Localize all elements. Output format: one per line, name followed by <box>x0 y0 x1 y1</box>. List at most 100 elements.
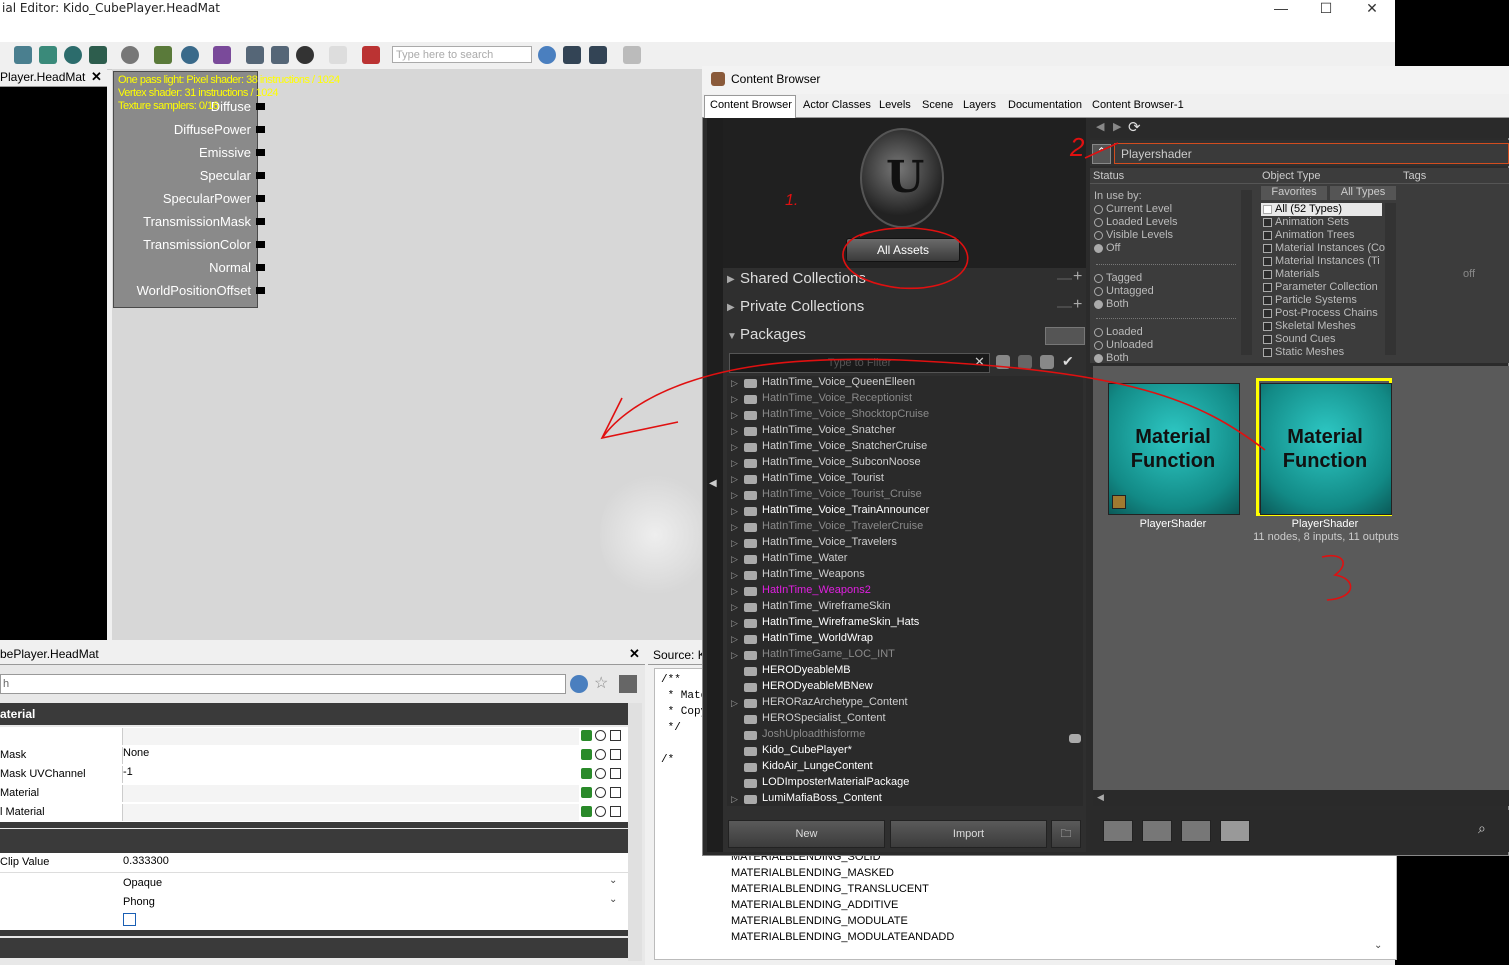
wrench-icon[interactable] <box>996 355 1010 369</box>
binoculars-icon[interactable] <box>563 46 581 64</box>
type-tab-all-types[interactable]: All Types <box>1330 186 1396 200</box>
properties-search-input[interactable]: h <box>0 674 566 694</box>
private-collections-header[interactable]: Private Collections <box>740 298 864 315</box>
expand-arrow-icon[interactable]: ▷ <box>731 458 738 469</box>
expand-arrow-icon[interactable]: ▷ <box>731 442 738 453</box>
radio-button[interactable] <box>1094 354 1103 363</box>
type-checkbox[interactable] <box>1263 205 1272 214</box>
view-small-grid-icon[interactable] <box>1142 820 1172 842</box>
property-value-field[interactable] <box>122 747 579 764</box>
close-icon[interactable]: ✕ <box>629 646 640 662</box>
expand-arrow-icon[interactable]: ▷ <box>731 474 738 485</box>
package-item[interactable]: HEROSpecialist_Content <box>762 712 886 724</box>
material-section-header[interactable]: aterial <box>0 703 628 725</box>
forward-arrow-icon[interactable]: ▶ <box>1113 120 1121 133</box>
shared-collections-header[interactable]: Shared Collections <box>740 270 866 287</box>
add-plus-icon[interactable]: + <box>1073 268 1082 286</box>
use-selected-icon[interactable] <box>581 768 592 779</box>
package-item[interactable]: HatInTime_Voice_Snatcher <box>762 424 896 436</box>
clear-icon[interactable] <box>610 787 621 798</box>
package-item[interactable]: HatInTimeGame_LOC_INT <box>762 648 895 660</box>
scrollbar-thumb[interactable] <box>1069 734 1081 743</box>
node-pin-connector[interactable] <box>256 126 265 133</box>
node-pin-connector[interactable] <box>256 218 265 225</box>
asset-search-input[interactable]: Playershader <box>1114 143 1509 164</box>
property-value-field[interactable] <box>122 728 579 745</box>
type-option[interactable]: All (52 Types) <box>1275 203 1342 215</box>
speaker-icon[interactable] <box>1018 355 1032 369</box>
connector-2-icon[interactable] <box>271 46 289 64</box>
node-pin-connector[interactable] <box>256 103 265 110</box>
expand-arrow-icon[interactable]: ▷ <box>731 602 738 613</box>
expand-arrow-icon[interactable]: ▷ <box>731 650 738 661</box>
cylinder-preview-icon[interactable] <box>14 46 32 64</box>
expand-arrow-icon[interactable]: ▷ <box>731 794 738 805</box>
type-checkbox[interactable] <box>1263 348 1272 357</box>
search-icon[interactable] <box>538 46 556 64</box>
tab-content-browser-1[interactable]: Content Browser-1 <box>1092 99 1184 111</box>
tab-actor-classes[interactable]: Actor Classes <box>803 99 871 111</box>
cube-preview-icon[interactable] <box>39 46 57 64</box>
properties-scrollbar[interactable] <box>628 703 642 961</box>
tab-documentation[interactable]: Documentation <box>1008 99 1082 111</box>
blend-mode-select[interactable]: Opaque <box>123 877 162 889</box>
package-item[interactable]: HERORazArchetype_Content <box>762 696 908 708</box>
property-value-field[interactable] <box>122 785 579 802</box>
browse-icon[interactable] <box>595 730 606 741</box>
package-item[interactable]: HERODyeableMBNew <box>762 680 873 692</box>
view-large-grid-icon[interactable] <box>1220 820 1250 842</box>
types-scrollbar[interactable] <box>1385 203 1396 355</box>
package-item[interactable]: HatInTime_WorldWrap <box>762 632 873 644</box>
checkmark-icon[interactable]: ✔ <box>1062 353 1074 370</box>
view-mode-toggle-icon[interactable] <box>1045 327 1085 345</box>
expand-arrow-icon[interactable]: ▷ <box>731 426 738 437</box>
collapse-minus-icon[interactable]: — <box>1057 298 1072 315</box>
add-plus-icon[interactable]: + <box>1073 296 1082 314</box>
status-option[interactable]: Both <box>1106 298 1129 310</box>
status-option[interactable]: Visible Levels <box>1106 229 1173 241</box>
status-option[interactable]: Untagged <box>1106 285 1154 297</box>
expand-arrow-icon[interactable]: ▶ <box>727 274 735 285</box>
type-checkbox[interactable] <box>1263 283 1272 292</box>
chevron-down-icon[interactable]: ⌄ <box>609 875 617 886</box>
type-tab-favorites[interactable]: Favorites <box>1261 186 1327 200</box>
status-option[interactable]: Loaded Levels <box>1106 216 1178 228</box>
lighting-model-select[interactable]: Phong <box>123 896 155 908</box>
section-header[interactable] <box>0 829 628 853</box>
packages-header[interactable]: Packages <box>740 326 806 343</box>
package-item[interactable]: HatInTime_Voice_SnatcherCruise <box>762 440 927 452</box>
type-option[interactable]: Parameter Collection <box>1275 281 1378 293</box>
sphere-preview-icon[interactable] <box>64 46 82 64</box>
type-checkbox[interactable] <box>1263 322 1272 331</box>
status-option[interactable]: Both <box>1106 352 1129 364</box>
expand-arrow-icon[interactable]: ▷ <box>731 586 738 597</box>
radio-button[interactable] <box>1094 287 1103 296</box>
expand-arrow-icon[interactable]: ▷ <box>731 394 738 405</box>
radio-button[interactable] <box>1094 341 1103 350</box>
type-option[interactable]: Post-Process Chains <box>1275 307 1378 319</box>
package-item[interactable]: HatInTime_Voice_Tourist_Cruise <box>762 488 922 500</box>
package-item[interactable]: HatInTime_Voice_Tourist <box>762 472 884 484</box>
tab-scene[interactable]: Scene <box>922 99 953 111</box>
use-selected-icon[interactable] <box>581 749 592 760</box>
refresh-icon[interactable]: ⟳ <box>1128 118 1141 136</box>
chevron-down-icon[interactable]: ⌄ <box>609 894 617 905</box>
toolbar-search-input[interactable]: Type here to search <box>392 46 532 63</box>
browse-icon[interactable] <box>595 787 606 798</box>
browse-icon[interactable] <box>595 768 606 779</box>
package-item[interactable]: HatInTime_Voice_Travelers <box>762 536 897 548</box>
use-selected-icon[interactable] <box>581 806 592 817</box>
status-option[interactable]: Tagged <box>1106 272 1142 284</box>
type-checkbox[interactable] <box>1263 257 1272 266</box>
close-button[interactable]: ✕ <box>1349 0 1395 26</box>
package-item[interactable]: HERODyeableMB <box>762 664 851 676</box>
package-item[interactable]: HatInTime_Water <box>762 552 847 564</box>
back-arrow-icon[interactable] <box>154 46 172 64</box>
type-checkbox[interactable] <box>1263 244 1272 253</box>
import-button[interactable]: Import <box>890 820 1047 848</box>
expand-arrow-icon[interactable]: ▷ <box>731 538 738 549</box>
status-scrollbar[interactable] <box>1241 190 1252 355</box>
type-option[interactable]: Material Instances (Ti <box>1275 255 1380 267</box>
status-option[interactable]: Loaded <box>1106 326 1143 338</box>
package-filter-input[interactable]: Type to Filter <box>729 353 990 373</box>
